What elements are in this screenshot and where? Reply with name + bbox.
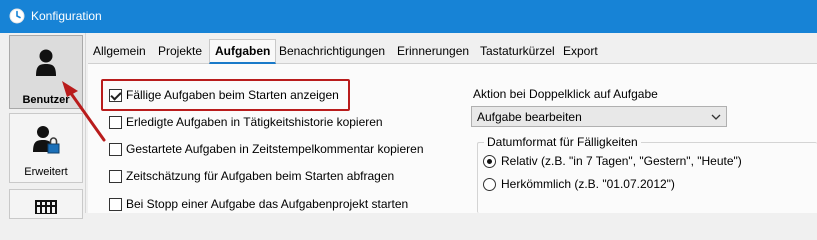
tab-allgemein[interactable]: Allgemein xyxy=(88,39,151,64)
checkbox[interactable] xyxy=(109,170,122,183)
tab-export[interactable]: Export xyxy=(558,39,603,64)
tab-projekte[interactable]: Projekte xyxy=(153,39,207,64)
radio-button[interactable] xyxy=(483,178,496,191)
sidebar-item-label: Benutzer xyxy=(22,94,70,106)
doubleclick-label: Aktion bei Doppelklick auf Aufgabe xyxy=(473,87,658,101)
option-label: Zeitschätzung für Aufgaben beim Starten … xyxy=(126,169,395,183)
option-label: Gestartete Aufgaben in Zeitstempelkommen… xyxy=(126,142,424,156)
grid-icon xyxy=(35,200,57,214)
sidebar-item-benutzer[interactable]: Benutzer xyxy=(9,35,83,109)
dateformat-legend: Datumformat für Fälligkeiten xyxy=(484,135,641,149)
option-label: Bei Stopp einer Aufgabe das Aufgabenproj… xyxy=(126,197,409,211)
sidebar: Benutzer Erweitert xyxy=(0,33,86,219)
tab-tastaturkuerzel[interactable]: Tastaturkürzel xyxy=(475,39,560,64)
highlight-annotation xyxy=(101,79,350,111)
sidebar-item-erweitert[interactable]: Erweitert xyxy=(9,113,83,183)
radio-label: Relativ (z.B. "in 7 Tagen", "Gestern", "… xyxy=(501,154,742,168)
window-title: Konfiguration xyxy=(31,9,102,23)
title-bar: Konfiguration xyxy=(0,0,817,33)
checkbox[interactable] xyxy=(109,198,122,211)
radio-label: Herkömmlich (z.B. "01.07.2012") xyxy=(501,177,675,191)
clock-icon xyxy=(9,8,25,24)
user-icon xyxy=(36,49,56,76)
checkbox[interactable] xyxy=(109,116,122,129)
tab-erinnerungen[interactable]: Erinnerungen xyxy=(392,39,474,64)
sidebar-item-grid[interactable] xyxy=(9,189,83,219)
chevron-down-icon xyxy=(711,114,721,120)
doubleclick-selected-value: Aufgabe bearbeiten xyxy=(477,110,582,124)
radio-button[interactable] xyxy=(483,155,496,168)
option-label: Erledigte Aufgaben in Tätigkeitshistorie… xyxy=(126,115,383,129)
tab-aufgaben[interactable]: Aufgaben xyxy=(209,39,277,64)
checkbox[interactable] xyxy=(109,143,122,156)
doubleclick-select[interactable]: Aufgabe bearbeiten xyxy=(471,106,727,127)
sidebar-item-label: Erweitert xyxy=(24,166,68,178)
tab-benachrichtigungen[interactable]: Benachrichtigungen xyxy=(274,39,390,64)
user-lock-icon xyxy=(33,126,60,154)
